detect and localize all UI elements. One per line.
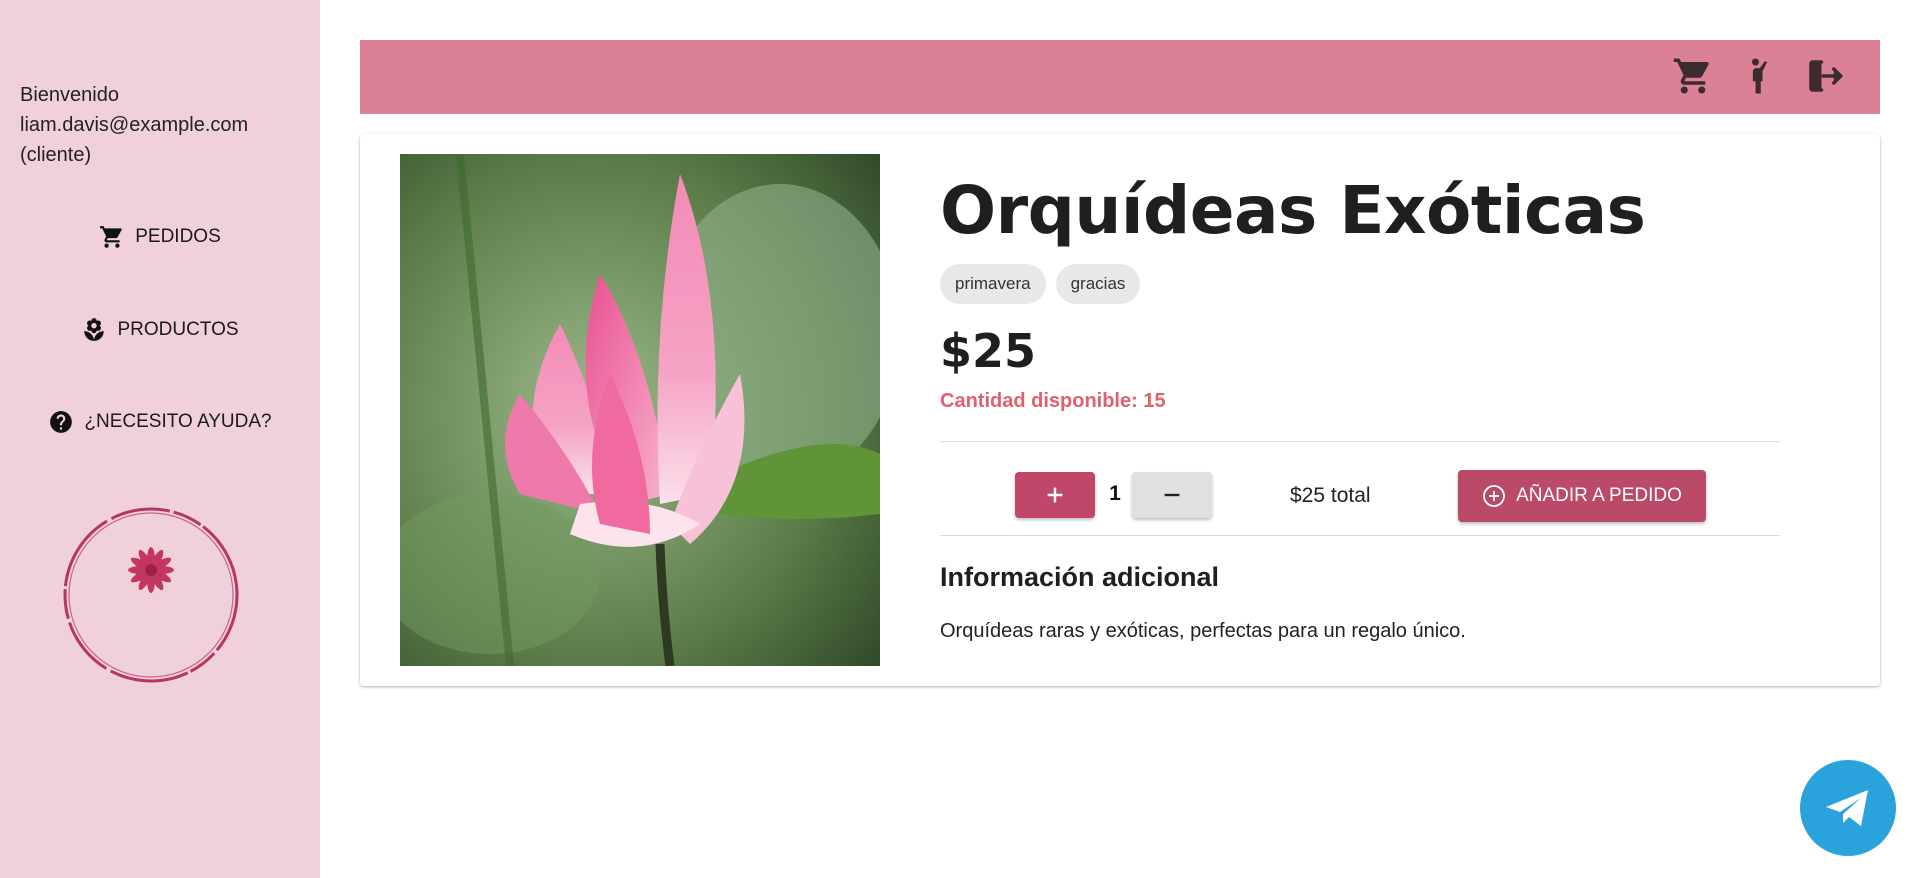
stock-available: Cantidad disponible: 15 [940, 390, 1166, 412]
help-icon [50, 411, 73, 433]
tag-list: primavera gracias [940, 264, 1141, 304]
order-total: $25 total [1290, 484, 1371, 507]
divider [940, 535, 1780, 536]
cart-icon [100, 226, 122, 248]
telegram-icon [1826, 790, 1868, 826]
sidebar-item-ayuda[interactable]: ¿NECESITO AYUDA? [0, 402, 320, 442]
top-bar [360, 40, 1880, 114]
header-person-button[interactable] [1738, 54, 1780, 98]
product-title: Orquídeas Exóticas [940, 172, 1646, 249]
cart-icon [1673, 58, 1709, 94]
sidebar-item-pedidos[interactable]: PEDIDOS [0, 217, 320, 257]
welcome-greeting: Bienvenido [20, 84, 119, 106]
sidebar-item-label: PEDIDOS [135, 226, 221, 247]
brand-logo [60, 500, 242, 690]
decrease-quantity-button[interactable] [1132, 472, 1212, 518]
info-heading: Información adicional [940, 562, 1220, 592]
sidebar: Bienvenido liam.davis@example.com (clien… [0, 0, 320, 878]
divider [940, 441, 1780, 442]
add-to-order-label: AÑADIR A PEDIDO [1516, 485, 1682, 506]
sidebar-item-productos[interactable]: PRODUCTOS [0, 310, 320, 350]
product-price: $25 [940, 324, 1037, 378]
quantity-value: 1 [1109, 482, 1121, 505]
plus-icon [1047, 487, 1063, 503]
increase-quantity-button[interactable] [1015, 472, 1095, 518]
sidebar-item-label: ¿NECESITO AYUDA? [84, 411, 272, 432]
logout-icon [1809, 60, 1843, 92]
header-cart-button[interactable] [1672, 54, 1714, 98]
tag-chip[interactable]: gracias [1055, 264, 1141, 304]
quantity-row: 1 $25 total AÑADIR A PEDIDO [940, 462, 1780, 522]
person-icon [1752, 58, 1768, 94]
minus-icon [1164, 493, 1180, 497]
tag-chip[interactable]: primavera [940, 264, 1046, 304]
info-description: Orquídeas raras y exóticas, perfectas pa… [940, 620, 1466, 642]
product-card: Orquídeas Exóticas primavera gracias $25… [360, 134, 1880, 686]
sidebar-item-label: PRODUCTOS [117, 319, 239, 340]
flower-icon [84, 318, 105, 341]
telegram-button[interactable] [1800, 760, 1896, 856]
welcome-email: liam.davis@example.com [20, 114, 249, 136]
add-to-order-button[interactable]: AÑADIR A PEDIDO [1458, 470, 1706, 522]
welcome-role: (cliente) [20, 144, 92, 166]
product-image [400, 154, 880, 666]
header-logout-button[interactable] [1804, 54, 1846, 98]
add-circle-icon [1483, 485, 1506, 507]
welcome-text: Bienvenido liam.davis@example.com (clien… [20, 80, 248, 170]
